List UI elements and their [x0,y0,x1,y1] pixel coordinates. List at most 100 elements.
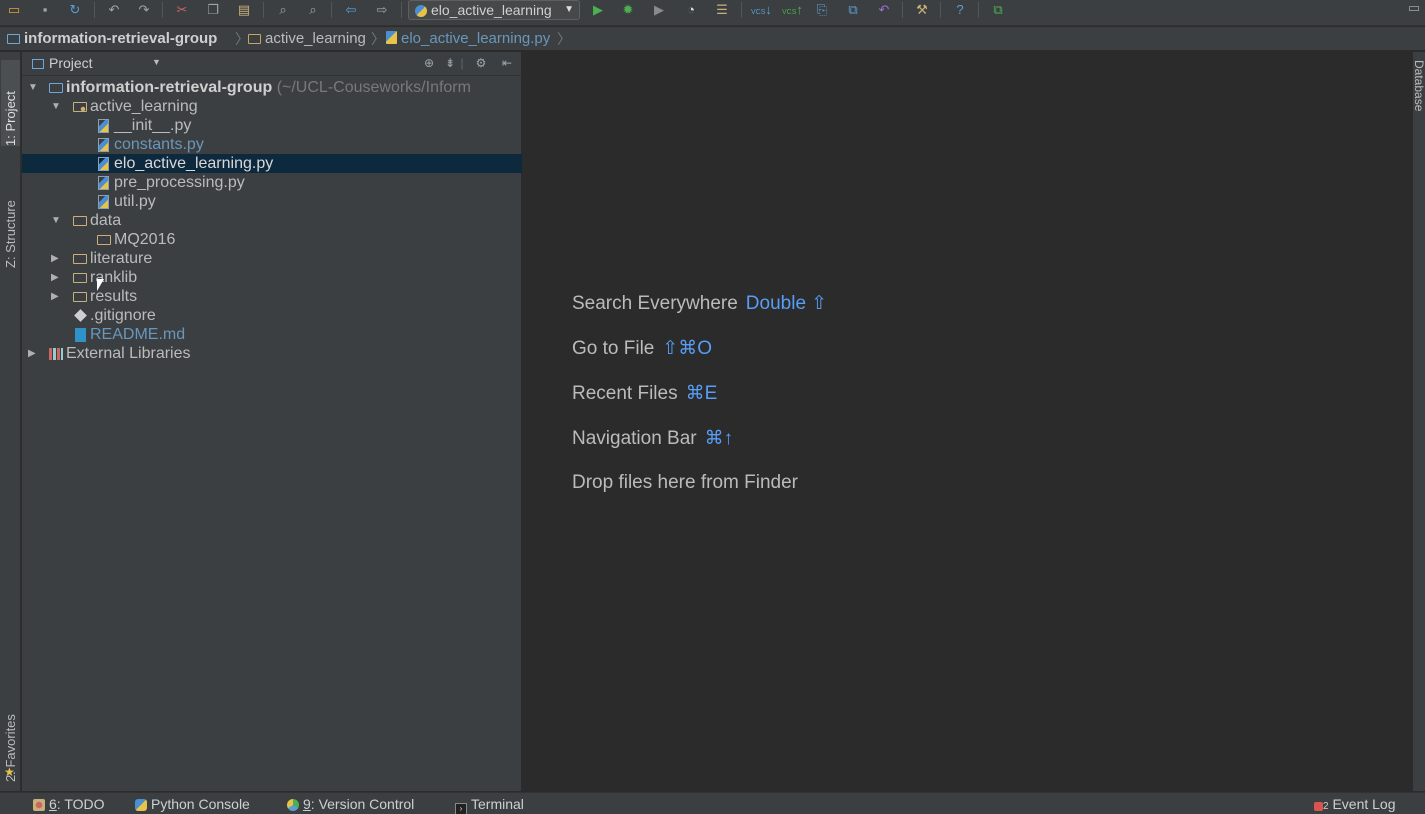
tree-row[interactable]: ▼ active_learning [22,97,522,116]
expanded-arrow-icon[interactable]: ▼ [28,78,38,97]
todo-icon [33,799,45,811]
python-console-tab[interactable]: Python Console [135,793,250,814]
collapsed-arrow-icon[interactable]: ▶ [51,268,59,287]
tree-row[interactable]: util.py [22,192,522,211]
tree-row[interactable]: ▶ External Libraries [22,344,522,363]
breadcrumb: information-retrieval-group 〉 active_lea… [0,27,1425,51]
profile-icon[interactable]: ◔ [682,2,700,18]
breadcrumb-label: active_learning [265,30,366,47]
chevron-right-icon: 〉 [557,31,571,47]
find-icon[interactable]: ⌕ [274,2,292,18]
tab-project[interactable]: 1: Project [1,60,20,146]
forward-icon[interactable]: ⇨ [373,2,391,18]
run-config-label: elo_active_learning [431,2,552,18]
editor-empty-area[interactable]: Search Everywhere Double ⇧ Go to File ⇧⌘O … [523,52,1413,791]
tab-structure[interactable]: Z: Structure [1,170,20,268]
collapsed-arrow-icon[interactable]: ▶ [51,249,59,268]
separator: | [460,56,464,70]
event-log-tab[interactable]: 2 Event Log [1314,793,1396,814]
expanded-arrow-icon[interactable]: ▼ [51,97,61,116]
tree-row[interactable]: pre_processing.py [22,173,522,192]
tree-item-label: active_learning [90,98,198,115]
terminal-icon: › [455,803,467,814]
collapsed-arrow-icon[interactable]: ▶ [51,287,59,306]
tree-row[interactable]: constants.py [22,135,522,154]
toolbar-separator [741,2,742,18]
tree-item-label: util.py [114,193,156,210]
tree-row[interactable]: .gitignore [22,306,522,325]
collapse-icon[interactable]: ⇟ [443,56,457,70]
project-icon [32,59,44,69]
copy-icon[interactable]: ❐ [204,2,222,18]
vcs-label: VCS [751,9,766,16]
folder-icon [97,235,111,245]
tree-item-label: README.md [90,326,186,343]
hint-shortcut: ⇧⌘O [662,338,713,359]
breadcrumb-item-file[interactable]: elo_active_learning.py [386,27,550,51]
sync-icon[interactable]: ↻ [66,2,84,18]
chevron-down-icon[interactable]: ▼ [152,57,161,67]
overflow-icon[interactable]: ▭ [1405,0,1423,16]
toolbar-separator [94,2,95,18]
markdown-file-icon [75,328,86,342]
tab-database[interactable]: Database [1413,60,1425,150]
tree-row[interactable]: ▼ information-retrieval-group (~/UCL-Cou… [22,78,522,97]
version-control-tab[interactable]: 9: Version Control [287,793,414,814]
todo-label: : TODO [56,796,105,812]
open-icon[interactable]: ▭ [5,2,23,18]
redo-icon[interactable]: ↷ [135,2,153,18]
tree-row-selected[interactable]: elo_active_learning.py [22,154,522,173]
python-console-label: Python Console [151,796,250,812]
save-icon[interactable]: ▪ [36,2,54,18]
locate-icon[interactable]: ⊕ [422,56,436,70]
tree-row[interactable]: ▼ data [22,211,522,230]
collapsed-arrow-icon[interactable]: ▶ [28,344,36,363]
todo-tab[interactable]: 6: TODO [33,793,105,814]
help-icon[interactable]: ? [951,2,969,18]
project-view-selector[interactable]: Project [32,55,93,71]
python-file-icon [98,195,109,209]
hint-shortcut: Double ⇧ [745,293,828,314]
coverage-icon[interactable]: ▶ [650,2,668,18]
vcs-commit-icon[interactable]: VCS↑ [782,2,803,18]
left-tool-strip: 1: Project Z: Structure 2: Favorites ★ [0,52,21,791]
tree-row[interactable]: README.md [22,325,522,344]
toolbar-separator [263,2,264,18]
expanded-arrow-icon[interactable]: ▼ [51,211,61,230]
run-icon[interactable]: ▶ [589,2,607,18]
hint-search-everywhere: Search Everywhere Double ⇧ [572,292,827,315]
tree-row[interactable]: MQ2016 [22,230,522,249]
undo-icon[interactable]: ↶ [105,2,123,18]
breadcrumb-item-package[interactable]: active_learning [248,27,366,51]
vcs-update-icon[interactable]: VCS↓ [751,2,772,18]
dropdown-arrow-icon: ▼ [564,4,574,15]
hint-go-to-file: Go to File ⇧⌘O [572,337,712,360]
back-icon[interactable]: ⇦ [342,2,360,18]
vcs-revert-icon[interactable]: ↶ [875,2,893,18]
cut-icon[interactable]: ✂ [173,2,191,18]
vcs-diff-icon[interactable]: ⎘ [813,2,831,18]
vc-number: 9 [303,796,311,812]
replace-icon[interactable]: ⌕ [304,2,322,18]
toolbar-separator [902,2,903,18]
debug-icon[interactable]: ✹ [619,2,637,18]
tree-row[interactable]: ▶ literature [22,249,522,268]
hint-text: Go to File [572,338,655,359]
tree-row[interactable]: __init__.py [22,116,522,135]
python-icon [135,799,147,811]
tree-item-label: constants.py [114,136,204,153]
python-console-icon[interactable]: ⧉ [989,2,1007,18]
vcs-history-icon[interactable]: ⧉ [844,2,862,18]
chevron-right-icon: 〉 [235,31,249,47]
settings-icon[interactable]: ⚒ [913,2,931,18]
hide-panel-icon[interactable]: ⇤ [500,56,514,70]
paste-icon[interactable]: ▤ [235,2,253,18]
tree-item-label: External Libraries [66,345,191,362]
gear-icon[interactable]: ⚙ [474,56,488,70]
tree-item-label: .gitignore [90,307,156,324]
run-tasks-icon[interactable]: ☰ [713,2,731,18]
vc-label: : Version Control [310,796,415,812]
breadcrumb-item-project[interactable]: information-retrieval-group [7,27,217,51]
run-configuration-dropdown[interactable]: elo_active_learning ▼ [408,0,580,20]
terminal-tab[interactable]: › Terminal [455,793,524,814]
